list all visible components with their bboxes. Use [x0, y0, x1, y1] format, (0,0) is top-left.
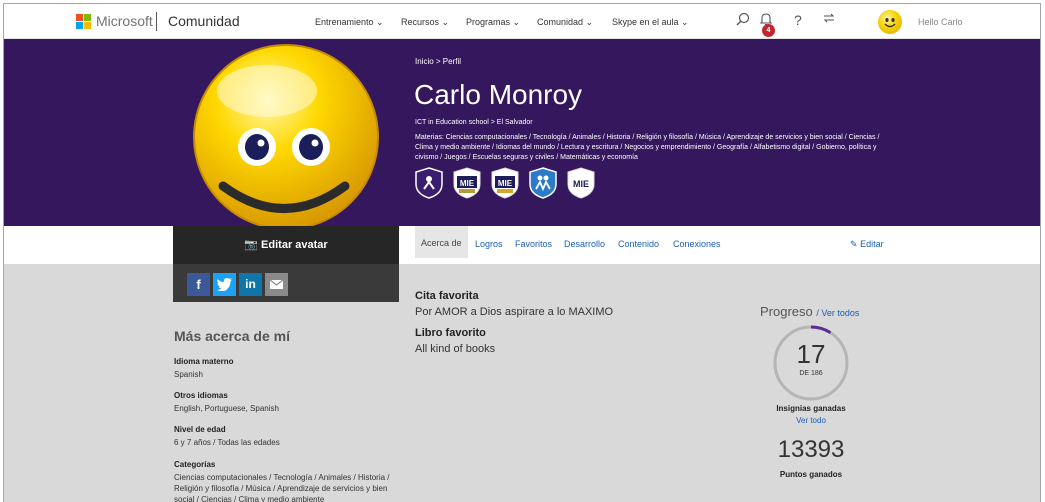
pencil-icon: ✎	[850, 239, 858, 249]
badge-blue-shield-icon[interactable]	[529, 167, 557, 199]
microsoft-wordmark[interactable]: Microsoft	[96, 13, 153, 29]
field-value-nivel-de-edad: 6 y 7 años / Todas las edades	[174, 438, 280, 447]
browser-frame: Microsoft Comunidad Entrenamiento ⌄ Recu…	[3, 3, 1041, 502]
edit-label: Editar	[860, 239, 884, 249]
favorite-quote-value: Por AMOR a Dios aspirare a lo MAXIMO	[415, 306, 614, 318]
field-value-otros-idiomas: English, Portuguese, Spanish	[174, 404, 279, 413]
nav-brand-comunidad[interactable]: Comunidad	[168, 13, 240, 29]
menu-programas[interactable]: Programas ⌄	[466, 17, 520, 28]
menu-entrenamiento[interactable]: Entrenamiento ⌄	[315, 17, 384, 28]
edit-avatar-label: Editar avatar	[261, 239, 328, 251]
progress-title: Progreso / Ver todos	[760, 304, 859, 319]
profile-name: Carlo Monroy	[414, 79, 583, 110]
field-label-idioma-materno: Idioma materno	[174, 357, 234, 366]
menu-recursos[interactable]: Recursos ⌄	[401, 17, 449, 28]
facebook-icon[interactable]: f	[187, 273, 210, 296]
field-value-idioma-materno: Spanish	[174, 370, 203, 379]
greeting-text[interactable]: Hello Carlo	[918, 17, 963, 27]
microsoft-logo-icon[interactable]	[76, 14, 91, 29]
nav-divider	[156, 12, 157, 31]
badges-count: 17	[796, 339, 826, 369]
favorite-book-label: Libro favorito	[415, 327, 486, 339]
mail-icon[interactable]	[265, 273, 288, 296]
tab-conexiones[interactable]: Conexiones	[673, 239, 721, 249]
top-navigation: Microsoft Comunidad Entrenamiento ⌄ Recu…	[4, 4, 1040, 39]
field-label-nivel-de-edad: Nivel de edad	[174, 425, 226, 434]
profile-subjects: Materias: Ciencias computacionales / Tec…	[415, 134, 880, 161]
edit-profile-link[interactable]: ✎ Editar	[850, 239, 884, 250]
tab-desarrollo[interactable]: Desarrollo	[564, 239, 605, 249]
favorite-quote-label: Cita favorita	[415, 290, 479, 302]
tab-contenido[interactable]: Contenido	[618, 239, 659, 249]
badge-label: MIE	[460, 179, 475, 188]
profile-school: ICT in Education school > El Salvador	[415, 119, 533, 126]
badges-label: Insignias ganadas	[776, 404, 846, 413]
switch-icon[interactable]	[823, 12, 835, 27]
badge-row: MIE MIE MIE	[415, 167, 595, 199]
about-title: Más acerca de mí	[174, 328, 290, 344]
field-label-categorias: Categorías	[174, 460, 216, 469]
avatar[interactable]	[187, 43, 385, 231]
badge-mie-fellow-icon[interactable]: MIE	[453, 167, 481, 199]
edit-avatar-button[interactable]: 📷 Editar avatar	[173, 226, 399, 264]
user-avatar-mini[interactable]	[878, 10, 902, 34]
favorite-book-value: All kind of books	[415, 343, 496, 355]
tab-acerca-de[interactable]: Acerca de	[415, 226, 468, 258]
camera-icon: 📷	[244, 239, 258, 251]
badge-label: MIE	[498, 179, 513, 188]
twitter-icon[interactable]	[213, 273, 236, 296]
tab-logros[interactable]: Logros	[475, 239, 503, 249]
linkedin-icon[interactable]: in	[239, 273, 262, 296]
social-bar: f in	[173, 264, 399, 302]
points-count: 13393	[777, 436, 845, 463]
profile-header: Inicio > Perfil Carlo Monroy ICT in Educ…	[4, 39, 1040, 226]
notification-badge[interactable]: 4	[762, 24, 775, 37]
points-label: Puntos ganados	[779, 470, 843, 479]
badges-see-all-link[interactable]: Ver todo	[751, 416, 871, 425]
field-label-otros-idiomas: Otros idiomas	[174, 391, 228, 400]
profile-tabs: Acerca de Logros Favoritos Desarrollo Co…	[4, 226, 1040, 264]
menu-comunidad[interactable]: Comunidad ⌄	[537, 17, 593, 28]
badge-label: MIE	[573, 179, 589, 189]
tab-favoritos[interactable]: Favoritos	[515, 239, 552, 249]
search-icon[interactable]	[736, 12, 750, 29]
badge-shield-icon[interactable]	[415, 167, 443, 199]
help-icon[interactable]: ?	[794, 12, 802, 28]
progress-label: Progreso	[760, 304, 813, 319]
badge-mie-trainer-icon[interactable]: MIE	[567, 167, 595, 199]
menu-skype[interactable]: Skype en el aula ⌄	[612, 17, 689, 28]
breadcrumb[interactable]: Inicio > Perfil	[415, 57, 461, 66]
field-value-categorias: Ciencias computacionales / Tecnología / …	[174, 473, 390, 502]
progress-see-all-link[interactable]: / Ver todos	[816, 308, 859, 318]
badges-total: DE 186	[799, 370, 823, 377]
badge-mie-expert-icon[interactable]: MIE	[491, 167, 519, 199]
